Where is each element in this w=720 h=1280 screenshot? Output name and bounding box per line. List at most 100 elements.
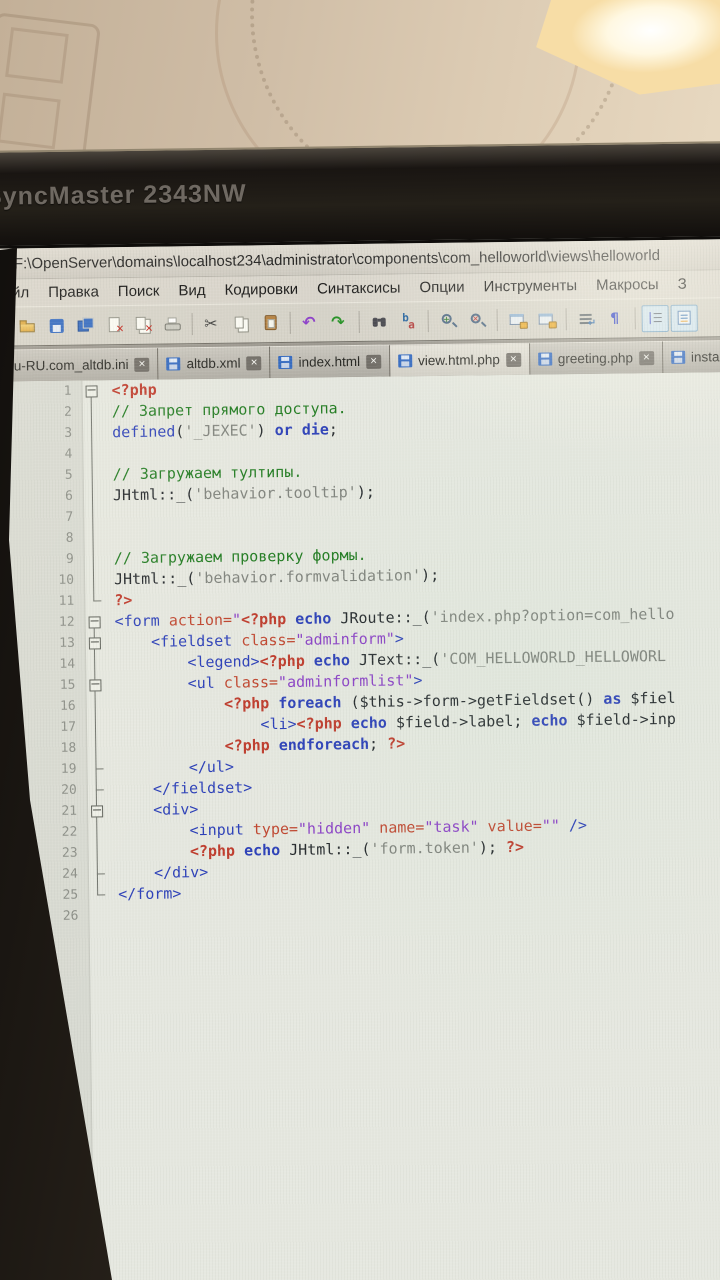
show-all-characters-icon [605, 308, 625, 328]
save-all-button[interactable] [72, 312, 99, 339]
print-icon [162, 314, 182, 334]
tab-close-icon[interactable]: ✕ [638, 350, 655, 365]
fold-toggle-icon[interactable] [88, 637, 101, 650]
fold-margin-cell [84, 569, 104, 591]
fold-line [96, 821, 98, 843]
toolbar-separator [358, 310, 360, 333]
fold-toggle-icon[interactable] [85, 385, 98, 398]
copy-icon [231, 313, 251, 333]
save-button[interactable] [43, 312, 70, 339]
line-number: 13 [59, 635, 75, 651]
zoom-in-icon [438, 311, 458, 331]
new-file-icon [0, 317, 8, 337]
code-editor[interactable]: 1 <?php 2// Запрет прямого доступа. 3 define… [0, 372, 720, 1280]
menu-item-file[interactable]: Файл [0, 284, 29, 301]
fold-toggle-icon[interactable] [91, 805, 104, 818]
zoom-in-button[interactable] [435, 307, 462, 334]
menu-item-search[interactable]: Поиск [118, 283, 160, 301]
fold-margin-cell [85, 674, 105, 696]
fold-end-tick [97, 894, 106, 896]
tab-close-icon[interactable]: ✕ [505, 352, 521, 367]
monitor-screen: F:\OpenServer\domains\localhost234\admin… [0, 236, 720, 1280]
tab-close-icon[interactable]: ✕ [365, 354, 382, 369]
fold-line [92, 569, 95, 591]
line-number: 25 [62, 887, 79, 903]
replace-button[interactable] [395, 308, 422, 335]
replace-icon [398, 311, 418, 331]
new-file-button[interactable] [0, 313, 12, 340]
zoom-out-button[interactable] [464, 307, 491, 334]
saved-file-icon [278, 355, 293, 370]
menu-item-edit[interactable]: Правка [48, 283, 99, 301]
tab-label: install [690, 349, 720, 365]
menu-item-tools[interactable]: Инструменты [483, 277, 577, 295]
line-number: 10 [58, 572, 75, 588]
line-number: 2 [63, 404, 72, 420]
menu-item-syntaxes[interactable]: Синтаксисы [317, 279, 401, 297]
tab-index-html[interactable]: index.html ✕ [270, 344, 391, 379]
open-file-button[interactable] [14, 313, 41, 340]
close-file-icon [104, 315, 124, 335]
fold-margin-cell [88, 905, 108, 926]
copy-button[interactable] [228, 310, 255, 337]
menu-item-encodings[interactable]: Кодировки [224, 281, 298, 299]
line-number: 11 [58, 593, 75, 609]
close-file-button[interactable] [101, 312, 128, 339]
tab-greeting-php[interactable]: greeting.php ✕ [529, 341, 664, 375]
fold-line [96, 842, 98, 864]
tab-close-icon[interactable]: ✕ [134, 357, 150, 372]
line-number: 19 [60, 761, 77, 777]
line-number: 17 [60, 719, 77, 735]
fold-line [92, 506, 94, 528]
fold-line [91, 464, 93, 486]
tab-label: greeting.php [557, 350, 634, 367]
word-wrap-button[interactable] [573, 305, 600, 332]
menu-item-macros[interactable]: Макросы [596, 276, 659, 294]
function-list-icon [674, 308, 694, 328]
show-indent-guide-button[interactable] [641, 304, 669, 332]
menu-item-view[interactable]: Вид [178, 282, 205, 299]
saved-file-icon [537, 352, 552, 366]
tab-label: view.html.php [417, 352, 500, 369]
function-list-button[interactable] [670, 304, 698, 332]
paste-button[interactable] [257, 309, 284, 336]
toolbar-separator [565, 308, 567, 331]
fold-end-tick [95, 768, 104, 770]
tab-view-html-php[interactable]: view.html.php ✕ [389, 342, 531, 377]
fold-margin-cell [87, 821, 107, 843]
fold-line [92, 548, 94, 570]
saved-file-icon [397, 354, 413, 368]
sync-horizontal-scroll-button[interactable] [533, 306, 560, 333]
cut-button[interactable] [199, 310, 226, 337]
line-number: 21 [61, 803, 78, 819]
fold-margin-cell [83, 464, 103, 486]
tab-label: ru-RU.com_altdb.ini [9, 356, 129, 374]
fold-toggle-icon[interactable] [89, 679, 102, 692]
find-icon [369, 312, 389, 332]
sync-vertical-scroll-button[interactable] [504, 306, 531, 333]
fold-margin-cell [83, 527, 103, 549]
tab-close-icon[interactable]: ✕ [246, 355, 262, 370]
menu-item-run-truncated[interactable]: З [678, 276, 687, 293]
print-button[interactable] [159, 311, 186, 338]
undo-button[interactable] [297, 309, 324, 336]
menu-item-options[interactable]: Опции [419, 279, 464, 297]
fold-margin-cell [83, 506, 103, 528]
fold-margin-cell [85, 653, 105, 675]
tab-install[interactable]: install [662, 340, 720, 374]
find-button[interactable] [366, 308, 393, 335]
line-number: 14 [59, 656, 76, 672]
line-number: 7 [65, 509, 74, 525]
fold-toggle-icon[interactable] [88, 616, 101, 629]
redo-button[interactable] [326, 309, 353, 336]
show-all-characters-button[interactable] [602, 305, 629, 332]
photo-of-monitor: SyncMaster 2343NW F:\OpenServer\domains\… [0, 0, 720, 1280]
fold-end-tick [96, 873, 105, 875]
line-number: 6 [65, 488, 74, 504]
tab-altdb-xml[interactable]: altdb.xml ✕ [158, 346, 271, 380]
tab-ru-ru-com-altdb-ini[interactable]: ru-RU.com_altdb.ini ✕ [0, 347, 159, 382]
close-all-button[interactable] [130, 311, 157, 338]
line-number: 3 [64, 425, 73, 441]
toolbar-separator [427, 310, 429, 333]
toolbar-separator [634, 307, 636, 330]
